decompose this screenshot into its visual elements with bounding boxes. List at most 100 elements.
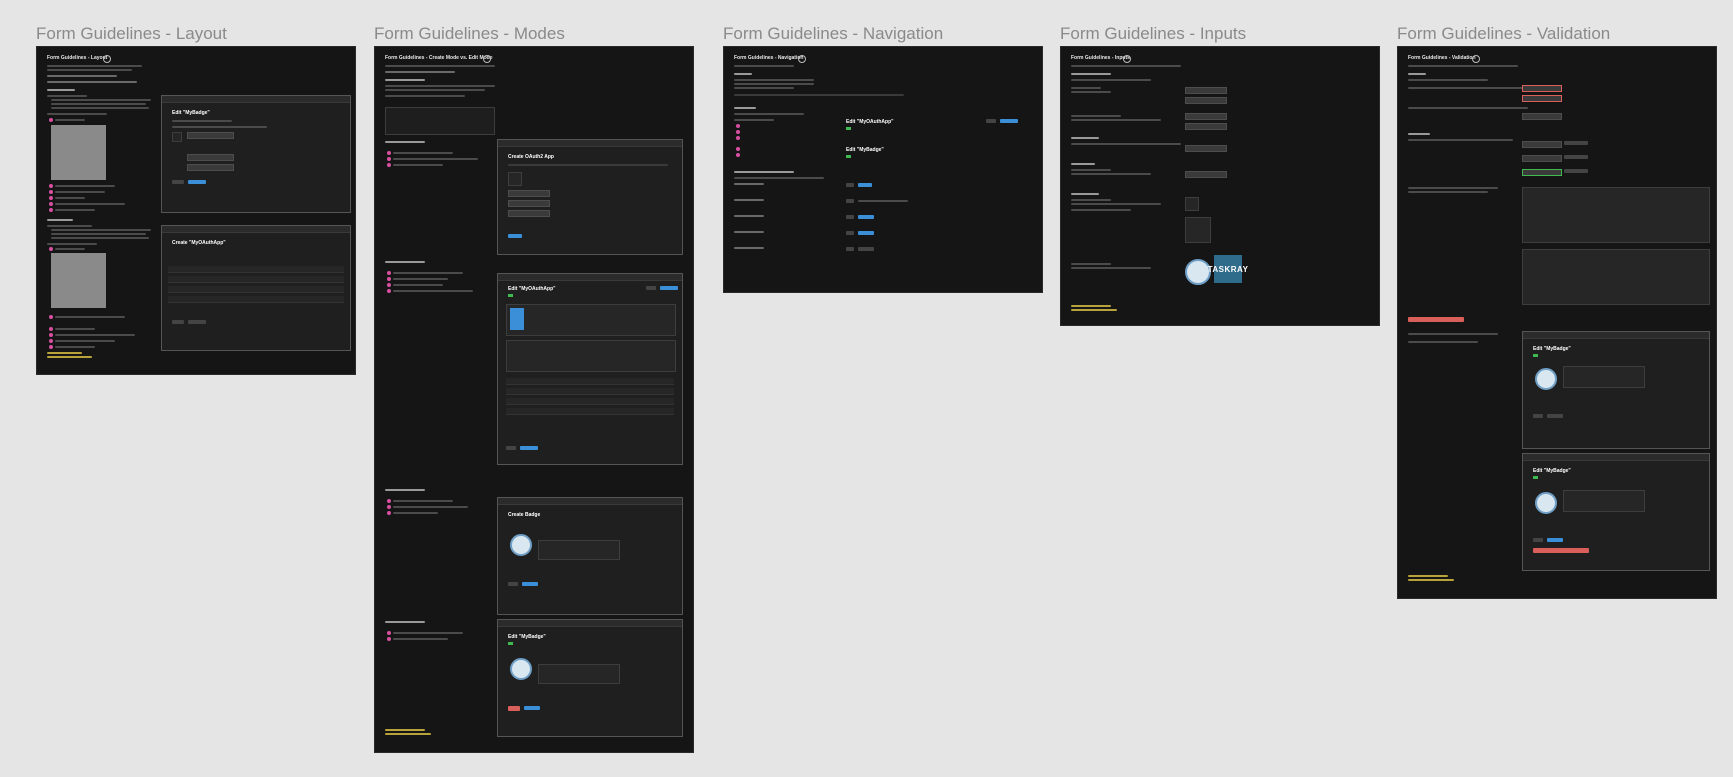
text-input[interactable] [1185,97,1227,104]
note-line [1408,575,1448,577]
bullet-icon [49,118,53,122]
back-button[interactable] [846,231,854,235]
mockup-header-bar [498,140,682,147]
table-row[interactable] [168,276,344,283]
description-field[interactable] [1563,366,1645,388]
cancel-button[interactable] [1533,538,1543,542]
table-row[interactable] [168,266,344,273]
back-button[interactable] [846,199,854,203]
cancel-button[interactable] [172,320,184,324]
frame-label-validation[interactable]: Form Guidelines - Validation [1397,24,1610,44]
cancel-button[interactable] [986,119,996,123]
text-input-error[interactable] [1522,85,1562,92]
form-field[interactable] [508,200,550,207]
mockup-title: Edit "MyBadge" [508,634,546,640]
save-button[interactable] [524,706,540,710]
note-line [1408,579,1454,581]
text-input[interactable] [1522,113,1562,120]
text-input[interactable] [1185,145,1227,152]
comparison-table [385,107,495,135]
text-line [393,500,453,502]
save-button[interactable] [1547,538,1563,542]
verify-button[interactable] [1564,169,1588,173]
text-input-valid[interactable] [1522,169,1562,176]
table-row[interactable] [168,296,344,303]
description-field[interactable] [538,540,620,560]
verify-button[interactable] [1564,155,1588,159]
text-input[interactable] [1522,155,1562,162]
section-heading [385,261,425,263]
table-row[interactable] [168,286,344,293]
frame-label-inputs[interactable]: Form Guidelines - Inputs [1060,24,1246,44]
frame-label-navigation[interactable]: Form Guidelines - Navigation [723,24,943,44]
cancel-button[interactable] [646,286,656,290]
form-field[interactable] [187,164,234,171]
frame-label-layout[interactable]: Form Guidelines - Layout [36,24,227,44]
save-button[interactable] [660,286,678,290]
text-line [51,99,151,101]
section-panel [506,304,676,336]
back-button[interactable] [846,247,854,251]
form-field[interactable] [508,190,550,197]
form-field[interactable] [187,154,234,161]
section-heading [1071,73,1111,75]
back-button[interactable] [846,215,854,219]
secondary-button[interactable] [858,247,874,251]
next-button[interactable] [858,215,874,219]
section-heading [1408,133,1430,135]
text-input-error[interactable] [1522,95,1562,102]
text-line [734,87,794,89]
bullet-icon [49,339,53,343]
text-input[interactable] [1185,87,1227,94]
text-line [51,237,149,239]
image-upload[interactable] [1185,197,1199,211]
text-input[interactable] [1185,113,1227,120]
text-line [385,71,455,73]
table-row[interactable] [506,388,674,395]
text-line [55,328,95,330]
secondary-button[interactable] [188,320,206,324]
table-row[interactable] [506,378,674,385]
next-button[interactable] [508,234,522,238]
save-button[interactable] [520,446,538,450]
text-input[interactable] [1185,171,1227,178]
description-field[interactable] [538,664,620,684]
text-line [393,158,478,160]
note-line [385,729,425,731]
create-button[interactable] [522,582,538,586]
text-line [1071,87,1101,89]
verify-button[interactable] [1564,141,1588,145]
mockup-title: Edit "MyOAuthApp" [508,286,556,292]
back-button[interactable] [846,183,854,187]
text-input[interactable] [1522,141,1562,148]
cancel-button[interactable] [1533,414,1543,418]
text-line [1408,191,1488,193]
save-button[interactable] [188,180,206,184]
text-input[interactable] [1185,123,1227,130]
next-button[interactable] [858,183,872,187]
bullet-icon [387,631,391,635]
section-heading [1071,163,1095,165]
text-line [1071,119,1161,121]
table-row[interactable] [506,398,674,405]
description-field[interactable] [1563,490,1645,512]
cancel-button[interactable] [172,180,184,184]
text-line [385,95,465,97]
form-field[interactable] [187,132,234,139]
frame-label-modes[interactable]: Form Guidelines - Modes [374,24,565,44]
cancel-button[interactable] [508,582,518,586]
form-field[interactable] [508,210,550,217]
save-button[interactable] [1000,119,1018,123]
bullet-icon [387,151,391,155]
next-button[interactable] [858,231,874,235]
text-line [1408,65,1518,67]
cancel-button[interactable] [506,446,516,450]
bullet-icon [387,277,391,281]
board-title: Form Guidelines - Inputs [1071,55,1130,61]
save-button-disabled[interactable] [1547,414,1563,418]
table-row[interactable] [506,408,674,415]
delete-button[interactable] [508,706,520,711]
mockup-title: Create Badge [508,512,541,518]
mockup-create-badge: Create Badge [497,497,683,615]
image-upload[interactable] [1185,217,1211,243]
